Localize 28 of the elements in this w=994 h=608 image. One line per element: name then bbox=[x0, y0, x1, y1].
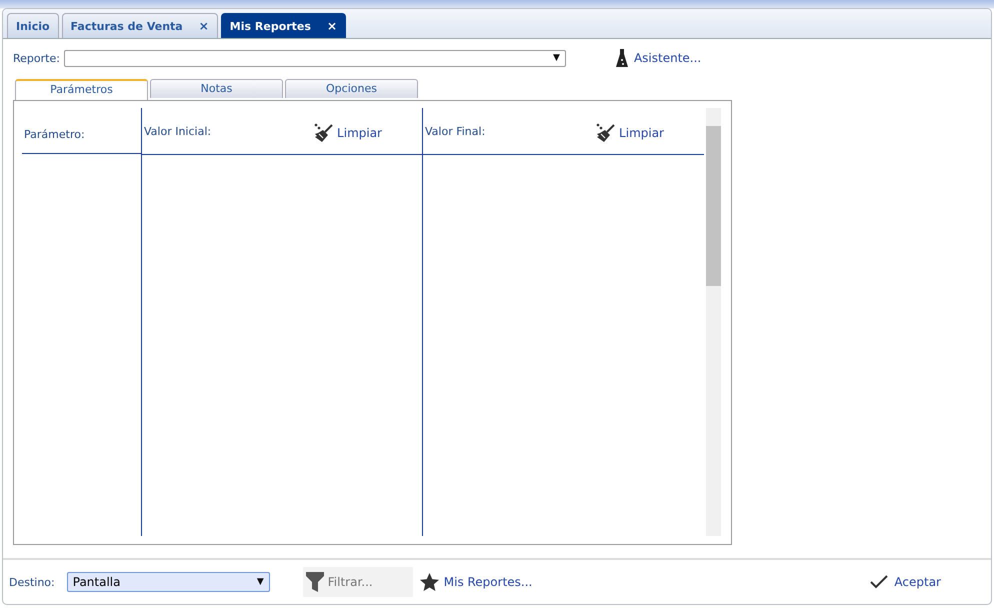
broom-icon bbox=[596, 123, 616, 143]
my-reports-link[interactable]: Mis Reportes... bbox=[444, 575, 532, 589]
destination-label: Destino: bbox=[9, 576, 55, 588]
report-select[interactable]: ▼ bbox=[64, 50, 566, 66]
column-header: Parámetro: bbox=[24, 128, 85, 141]
clear-button[interactable]: Limpiar bbox=[314, 123, 382, 143]
report-label: Reporte: bbox=[13, 52, 60, 64]
broom-icon bbox=[314, 123, 334, 143]
clear-button[interactable]: Limpiar bbox=[596, 123, 664, 143]
checkmark-icon bbox=[870, 575, 888, 589]
wizard-link[interactable]: Asistente... bbox=[634, 51, 702, 65]
filter-field[interactable]: Filtrar... bbox=[302, 567, 413, 597]
close-icon[interactable]: × bbox=[326, 19, 338, 33]
tab[interactable]: Opciones bbox=[285, 79, 418, 98]
destination-select[interactable]: Pantalla ▼ bbox=[66, 572, 270, 592]
tab[interactable]: Facturas de Venta × bbox=[62, 13, 218, 38]
close-icon[interactable]: × bbox=[198, 19, 209, 33]
column-header: Valor Inicial: bbox=[144, 124, 212, 138]
accept-button[interactable]: Aceptar bbox=[870, 575, 941, 589]
star-icon bbox=[420, 572, 439, 592]
filter-icon bbox=[306, 572, 324, 592]
scrollbar[interactable] bbox=[706, 108, 721, 536]
tab[interactable]: Inicio bbox=[7, 13, 59, 38]
tab[interactable]: Notas bbox=[150, 79, 283, 98]
column-header: Valor Final: bbox=[425, 124, 486, 138]
tab[interactable]: Mis Reportes × bbox=[220, 13, 346, 38]
flask-icon bbox=[616, 49, 628, 67]
tab[interactable]: Parámetros bbox=[15, 79, 148, 100]
